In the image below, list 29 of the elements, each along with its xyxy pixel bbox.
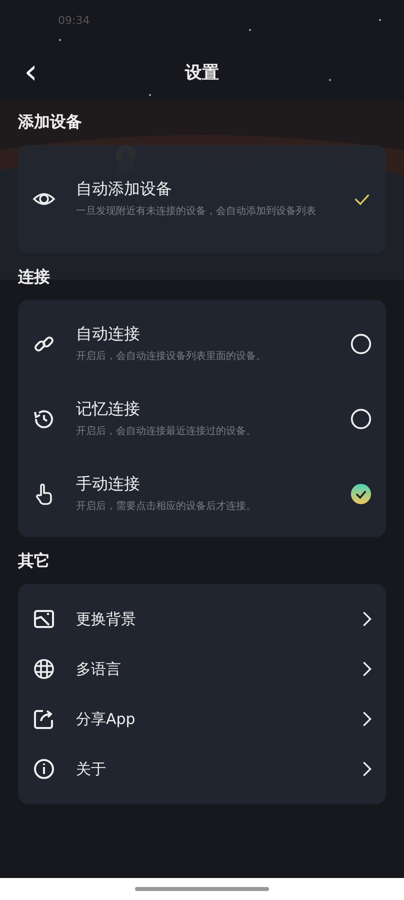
setting-description: 一旦发现附近有未连接的设备，会自动添加到设备列表 — [76, 205, 317, 219]
setting-title: 自动连接 — [76, 324, 141, 344]
info-icon — [32, 757, 56, 781]
setting-title: 记忆连接 — [76, 398, 141, 420]
back-button[interactable]: ‹ — [18, 55, 44, 89]
globe-icon — [32, 657, 56, 681]
status-time: 09:34 — [58, 14, 90, 27]
radio-button[interactable] — [350, 482, 372, 504]
image-icon — [32, 607, 56, 631]
menu-item[interactable]: 更换背景 — [32, 594, 372, 644]
chevron-icon — [362, 760, 372, 778]
setting-title: 手动连接 — [76, 474, 141, 494]
chevron-icon — [362, 660, 372, 678]
setting-description: 开启后，会自动连接设备列表里面的设备。 — [76, 350, 267, 364]
chevron-icon — [362, 610, 372, 628]
menu-item[interactable]: 关于 — [32, 744, 372, 794]
setting-description: 开启后，会自动连接最近连接过的设备。 — [76, 424, 257, 438]
menu-item[interactable]: 分享App — [32, 694, 372, 744]
share-icon — [32, 707, 56, 731]
page-title: 设置 — [185, 62, 219, 84]
radio-button[interactable] — [350, 408, 372, 430]
radio-button[interactable] — [350, 332, 372, 354]
menu-item[interactable]: 多语言 — [32, 644, 372, 694]
setting-description: 开启后，需要点击相应的设备后才连接。 — [76, 500, 257, 514]
chevron-icon — [362, 710, 372, 728]
setting-title: 自动添加设备 — [76, 179, 173, 200]
section-heading: 连接 — [18, 267, 51, 288]
section-heading: 添加设备 — [18, 112, 83, 133]
section-heading: 其它 — [18, 551, 51, 572]
